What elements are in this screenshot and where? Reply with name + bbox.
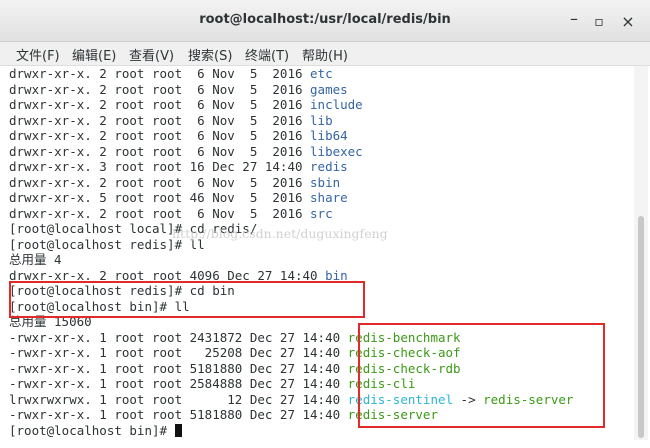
window-title: root@localhost:/usr/local/redis/bin — [199, 12, 451, 27]
close-button[interactable]: × — [617, 12, 639, 32]
menu-terminal[interactable]: 终端(T) — [245, 45, 289, 64]
prompt: [root@localhost bin]# — [9, 422, 175, 438]
file-entry: -rwxr-xr-x. 1 root root 2584888 Dec 27 1… — [9, 376, 416, 391]
dir-name: games — [310, 81, 348, 97]
highlight-box-files — [358, 323, 605, 428]
dir-name: share — [310, 190, 348, 205]
dir-name: include — [310, 97, 363, 112]
dir-name: libexec — [310, 143, 363, 159]
dir-name: src — [310, 205, 333, 221]
total-line: 总用量 4 — [9, 252, 62, 267]
text-cursor — [174, 423, 182, 437]
dir-entry: drwxr-xr-x. 2 root root 6 Nov 5 2016 inc… — [9, 97, 363, 112]
prompt-line[interactable]: [root@localhost bin]# — [9, 423, 182, 439]
dir-entry: drwxr-xr-x. 2 root root 6 Nov 5 2016 sbi… — [9, 174, 341, 190]
menu-help[interactable]: 帮助(H) — [302, 45, 348, 64]
menu-file[interactable]: 文件(F) — [16, 45, 60, 64]
dir-entry: drwxr-xr-x. 2 root root 6 Nov 5 2016 lib… — [9, 128, 348, 143]
highlight-box-commands — [9, 281, 365, 318]
dir-name: redis — [310, 159, 348, 174]
watermark: http://blog.csdn.net/duguxingfeng — [172, 226, 388, 241]
dir-entry: drwxr-xr-x. 3 root root 16 Dec 27 14:40 … — [9, 159, 348, 174]
dir-entry: drwxr-xr-x. 2 root root 6 Nov 5 2016 gam… — [9, 81, 348, 97]
scrollbar[interactable] — [634, 66, 648, 440]
menu-search[interactable]: 搜索(S) — [188, 45, 232, 64]
dir-entry: drwxr-xr-x. 2 root root 6 Nov 5 2016 src — [9, 205, 333, 221]
scrollbar-thumb[interactable] — [638, 216, 644, 438]
dir-name: lib — [310, 112, 333, 128]
maximize-button[interactable]: ▫ — [588, 12, 610, 32]
dir-name: lib64 — [310, 128, 348, 143]
dir-name: etc — [310, 66, 333, 81]
dir-entry: drwxr-xr-x. 2 root root 6 Nov 5 2016 etc — [9, 66, 333, 81]
dir-entry: drwxr-xr-x. 2 root root 6 Nov 5 2016 lib — [9, 112, 333, 128]
menu-view[interactable]: 查看(V) — [129, 45, 174, 64]
dir-name: sbin — [310, 174, 341, 190]
title-bar: root@localhost:/usr/local/redis/bin – ▫ … — [0, 0, 650, 42]
menu-edit[interactable]: 编辑(E) — [72, 45, 116, 64]
minimize-button[interactable]: – — [563, 9, 585, 29]
dir-entry: drwxr-xr-x. 2 root root 6 Nov 5 2016 lib… — [9, 143, 363, 159]
menu-bar: 文件(F) 编辑(E) 查看(V) 搜索(S) 终端(T) 帮助(H) — [0, 42, 650, 66]
dir-entry: drwxr-xr-x. 5 root root 46 Nov 5 2016 sh… — [9, 190, 348, 205]
